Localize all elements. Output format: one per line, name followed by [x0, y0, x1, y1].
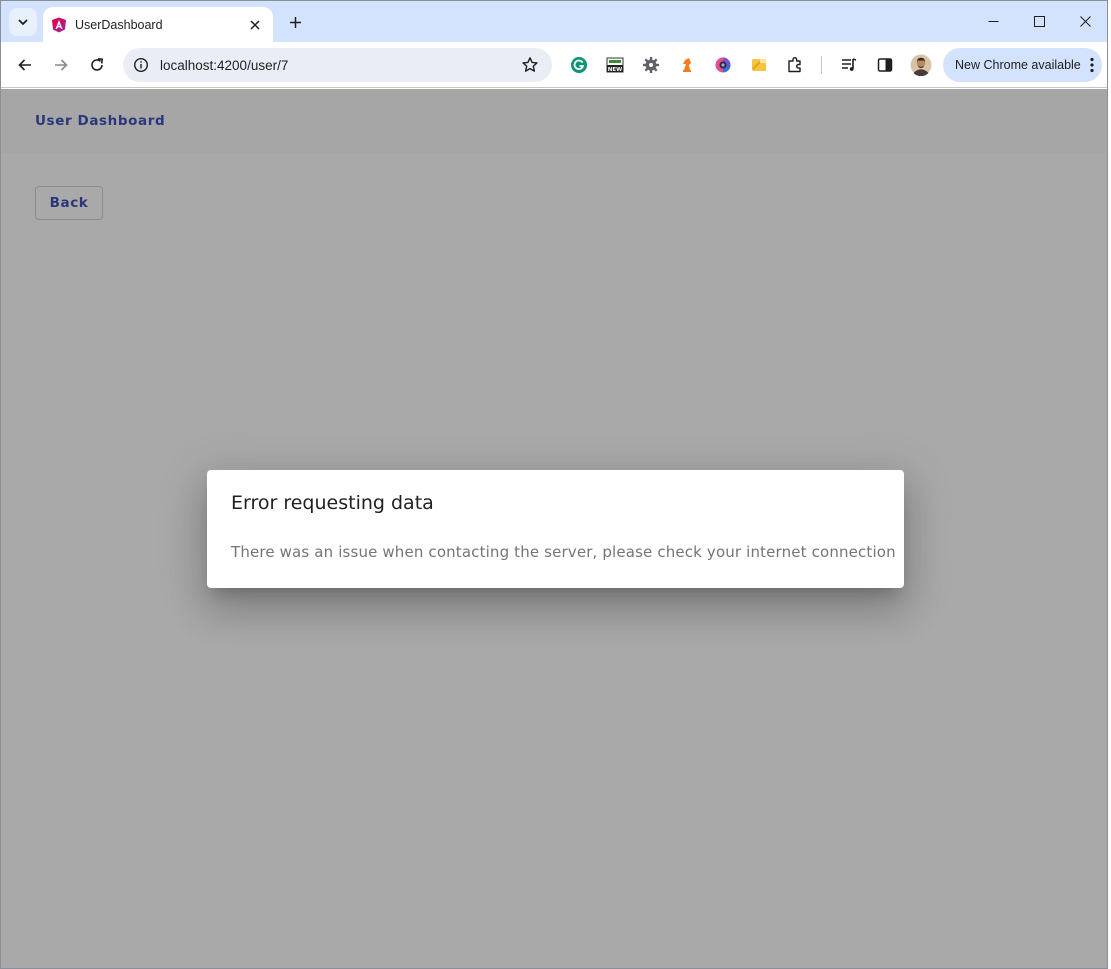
color-circle-icon[interactable]: [712, 54, 734, 76]
close-window-button[interactable]: [1062, 1, 1107, 42]
browser-toolbar: localhost:4200/user/7 NEW New Chrome ava…: [1, 42, 1107, 88]
forward-nav-button[interactable]: [47, 51, 75, 79]
minimize-button[interactable]: [970, 1, 1016, 42]
new-badge-icon[interactable]: NEW: [604, 54, 626, 76]
media-playlist-icon[interactable]: [838, 54, 860, 76]
svg-text:NEW: NEW: [608, 67, 622, 73]
error-dialog: Error requesting data There was an issue…: [207, 470, 904, 588]
url-text[interactable]: localhost:4200/user/7: [160, 58, 520, 73]
close-icon: [1079, 16, 1091, 27]
side-panel-icon[interactable]: [874, 54, 896, 76]
puzzle-icon[interactable]: [784, 54, 806, 76]
tab-strip: UserDashboard: [1, 1, 1107, 42]
chevron-down-icon: [18, 19, 28, 25]
maximize-icon: [1033, 16, 1045, 27]
folder-icon[interactable]: [748, 54, 770, 76]
star-icon[interactable]: [520, 55, 540, 75]
angular-icon: [51, 17, 67, 33]
minimize-icon: [988, 21, 998, 22]
dialog-title: Error requesting data: [231, 492, 434, 514]
close-tab-button[interactable]: [247, 17, 263, 33]
page-viewport: User Dashboard Back Error requesting dat…: [1, 89, 1107, 968]
new-tab-button[interactable]: [283, 10, 307, 34]
arrow-right-icon: [55, 59, 68, 71]
reload-icon: [91, 58, 104, 71]
toolbar-separator: [821, 56, 822, 74]
chess-knight-icon[interactable]: [676, 54, 698, 76]
tab-title: UserDashboard: [75, 17, 163, 32]
back-nav-button[interactable]: [11, 51, 39, 79]
reload-button[interactable]: [83, 51, 111, 79]
avatar-icon[interactable]: [910, 54, 932, 76]
close-icon: [250, 19, 260, 30]
gear-icon[interactable]: [640, 54, 662, 76]
dialog-message: There was an issue when contacting the s…: [231, 543, 896, 561]
info-icon[interactable]: [133, 57, 149, 73]
maximize-button[interactable]: [1016, 1, 1062, 42]
arrow-left-icon: [18, 59, 31, 71]
tab-userdashboard[interactable]: UserDashboard: [43, 7, 273, 42]
grammarly-icon[interactable]: [568, 54, 590, 76]
new-chrome-available-button[interactable]: New Chrome available: [943, 48, 1102, 82]
kebab-menu-icon[interactable]: [1082, 57, 1102, 73]
plus-icon: [289, 16, 301, 28]
browser-window: UserDashboard localhost:4200/user/7 NEW …: [0, 0, 1108, 969]
address-bar[interactable]: localhost:4200/user/7: [123, 48, 552, 82]
tab-search-button[interactable]: [9, 8, 37, 36]
update-label: New Chrome available: [955, 58, 1081, 72]
